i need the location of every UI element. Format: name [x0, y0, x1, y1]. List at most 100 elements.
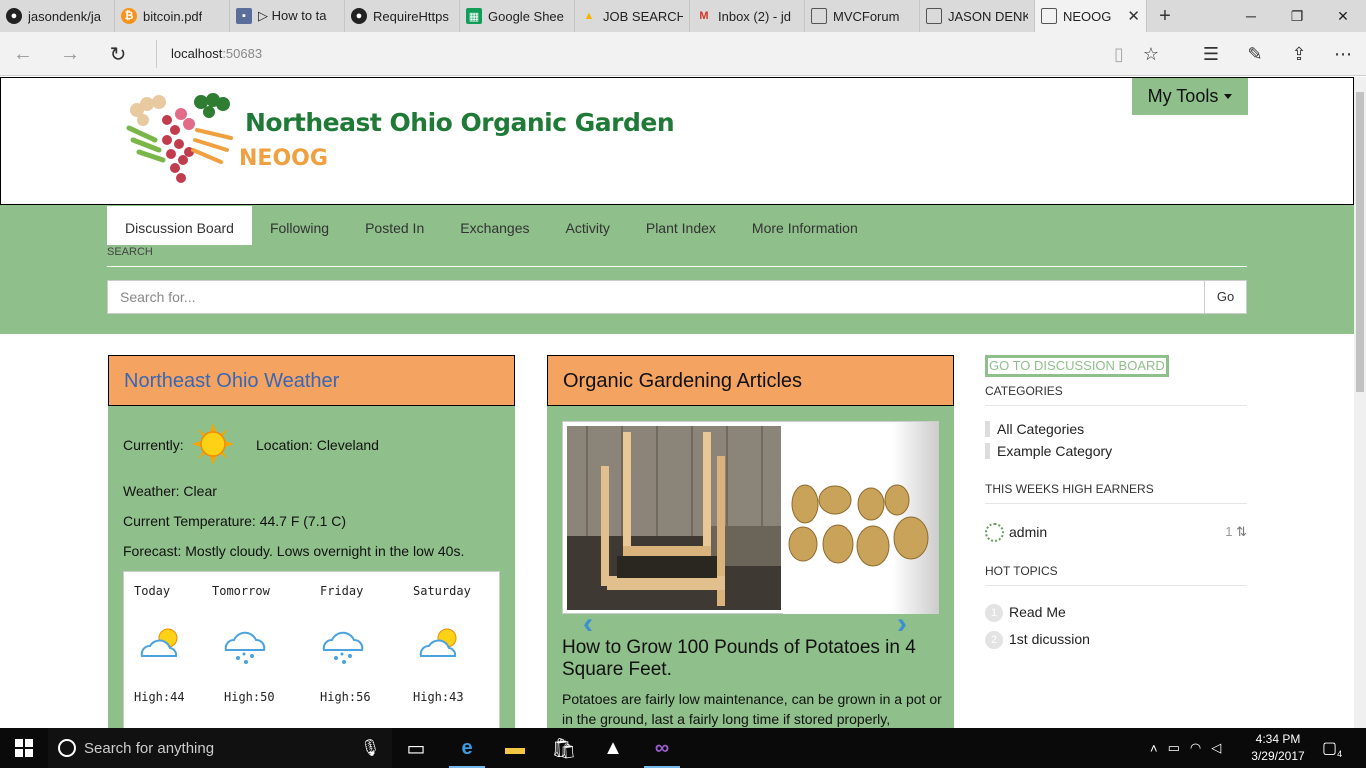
- high-earners-heading: THIS WEEKS HIGH EARNERS: [985, 482, 1247, 504]
- tab-activity[interactable]: Activity: [548, 206, 628, 245]
- bitcoin-icon: ₿: [121, 8, 137, 24]
- web-note-icon[interactable]: ✎: [1240, 40, 1270, 68]
- rain-cloud-icon: [322, 631, 364, 664]
- hub-icon[interactable]: ☰: [1196, 40, 1226, 68]
- site-abbreviation: NEOOG: [239, 146, 328, 171]
- browser-tab-active[interactable]: NEOOG ✕: [1035, 0, 1147, 32]
- sort-arrows-icon: ⇅: [1236, 524, 1247, 539]
- volume-icon[interactable]: ◁: [1211, 740, 1221, 756]
- categories-heading: CATEGORIES: [985, 384, 1247, 406]
- visual-studio-icon[interactable]: ∞: [638, 728, 686, 768]
- forecast-text: Forecast: Mostly cloudy. Lows overnight …: [123, 543, 465, 559]
- windows-start-icon[interactable]: [0, 728, 48, 768]
- github-icon: ●: [6, 8, 22, 24]
- back-arrow-icon[interactable]: ←: [8, 40, 38, 68]
- browser-tab[interactable]: ▲ JOB SEARCH: [575, 0, 690, 32]
- battery-icon[interactable]: ▭: [1168, 740, 1180, 756]
- taskbar-search-input[interactable]: Search for anything: [48, 728, 392, 768]
- minimize-icon[interactable]: ─: [1228, 0, 1274, 32]
- share-icon[interactable]: ⇪: [1284, 40, 1314, 68]
- tab-following[interactable]: Following: [252, 206, 347, 245]
- window-controls: ─ ❐ ✕: [1228, 0, 1366, 32]
- system-tray: ˄ ▭ ◠ ◁: [1150, 728, 1221, 768]
- category-item[interactable]: Example Category: [985, 443, 1112, 459]
- microphone-icon[interactable]: 🎙: [360, 738, 380, 758]
- cortana-icon: [58, 739, 76, 757]
- tab-posted-in[interactable]: Posted In: [347, 206, 442, 245]
- rain-cloud-icon: [224, 631, 266, 664]
- browser-tab[interactable]: ● RequireHttps: [345, 0, 460, 32]
- notifications-icon[interactable]: ▢4: [1322, 738, 1342, 759]
- new-tab-button[interactable]: +: [1147, 0, 1183, 32]
- browser-tab[interactable]: MVCForum: [805, 0, 920, 32]
- search-go-button[interactable]: Go: [1204, 280, 1247, 314]
- search-label: SEARCH: [107, 246, 153, 258]
- scrollbar-thumb[interactable]: [1356, 92, 1364, 392]
- github-icon: ●: [351, 8, 367, 24]
- avatar[interactable]: [985, 523, 1004, 542]
- browser-tab[interactable]: ₿ bitcoin.pdf: [115, 0, 230, 32]
- file-explorer-icon[interactable]: ▬: [491, 728, 539, 768]
- browser-tab[interactable]: JASON DENK: [920, 0, 1035, 32]
- site-title: Northeast Ohio Organic Garden: [245, 108, 675, 137]
- earner-name[interactable]: admin: [1009, 524, 1047, 540]
- page: Northeast Ohio Organic Garden NEOOG My T…: [0, 77, 1354, 728]
- site-header: Northeast Ohio Organic Garden NEOOG My T…: [0, 77, 1354, 205]
- weather-panel: Northeast Ohio Weather Currently: Locati…: [108, 355, 515, 728]
- articles-heading: Organic Gardening Articles: [547, 355, 954, 406]
- favorite-star-icon[interactable]: ☆: [1136, 40, 1166, 68]
- edge-browser-icon[interactable]: e: [443, 728, 491, 768]
- currently-label: Currently:: [123, 437, 184, 453]
- tab-more-information[interactable]: More Information: [734, 206, 876, 245]
- articles-panel: Organic Gardening Articles ‹ › How to Gr…: [547, 355, 954, 728]
- clock[interactable]: 4:34 PM 3/29/2017: [1247, 731, 1309, 765]
- restore-icon[interactable]: ❐: [1274, 0, 1320, 32]
- forward-arrow-icon[interactable]: →: [55, 40, 85, 68]
- photos-icon[interactable]: ▲: [589, 728, 637, 768]
- browser-tab[interactable]: M Inbox (2) - jd: [690, 0, 805, 32]
- divider: [107, 266, 1247, 267]
- chevron-up-icon[interactable]: ˄: [1150, 741, 1158, 756]
- hot-topics-heading: HOT TOPICS: [985, 564, 1247, 586]
- taskbar: Search for anything 🎙 ▭ e ▬ 🛍 ▲ ∞ ˄ ▭ ◠ …: [0, 728, 1366, 768]
- weather-heading[interactable]: Northeast Ohio Weather: [108, 355, 515, 406]
- sun-icon: [192, 423, 234, 465]
- article-title[interactable]: How to Grow 100 Pounds of Potatoes in 4 …: [562, 637, 942, 681]
- partly-sunny-icon: [419, 628, 457, 657]
- tab-discussion-board[interactable]: Discussion Board: [107, 206, 252, 245]
- chevron-right-icon[interactable]: ›: [897, 607, 907, 641]
- potatoes-image: [783, 422, 939, 614]
- chevron-left-icon[interactable]: ‹: [583, 607, 593, 641]
- earner-row: admin 1 ⇅: [985, 521, 1247, 545]
- tab-plant-index[interactable]: Plant Index: [628, 206, 734, 245]
- refresh-icon[interactable]: ↻: [103, 40, 133, 68]
- scrollbar[interactable]: [1354, 77, 1366, 728]
- task-view-icon[interactable]: ▭: [392, 728, 440, 768]
- location: Location: Cleveland: [256, 437, 379, 453]
- earner-points: 1 ⇅: [1225, 524, 1247, 539]
- url-field[interactable]: localhost:50683: [156, 40, 262, 68]
- nav-band: Discussion Board Following Posted In Exc…: [0, 205, 1354, 334]
- close-window-icon[interactable]: ✕: [1320, 0, 1366, 32]
- search-input[interactable]: Search for...: [107, 280, 1205, 314]
- tab-exchanges[interactable]: Exchanges: [442, 206, 547, 245]
- browser-tab[interactable]: ▦ Google Shee: [460, 0, 575, 32]
- video-icon: ▪: [236, 8, 252, 24]
- article-carousel[interactable]: [562, 421, 939, 614]
- page-icon: [1041, 8, 1057, 24]
- reading-view-icon[interactable]: ▯: [1104, 40, 1134, 68]
- main-nav: Discussion Board Following Posted In Exc…: [107, 206, 876, 245]
- my-tools-dropdown[interactable]: My Tools: [1132, 78, 1248, 115]
- wifi-icon[interactable]: ◠: [1190, 740, 1201, 756]
- more-icon[interactable]: ⋯: [1328, 40, 1358, 68]
- store-icon[interactable]: 🛍: [540, 728, 588, 768]
- category-item[interactable]: All Categories: [985, 421, 1084, 437]
- browser-tab-strip: ● jasondenk/ja ₿ bitcoin.pdf ▪ ▷ How to ta …: [0, 0, 1366, 32]
- go-to-discussion-board-button[interactable]: GO TO DISCUSSION BOARD: [985, 355, 1169, 377]
- current-temperature: Current Temperature: 44.7 F (7.1 C): [123, 513, 347, 529]
- browser-tab[interactable]: ▪ ▷ How to ta: [230, 0, 345, 32]
- close-tab-icon[interactable]: ✕: [1127, 7, 1140, 25]
- gmail-icon: M: [699, 10, 709, 22]
- drive-icon: ▲: [583, 10, 595, 22]
- browser-tab[interactable]: ● jasondenk/ja: [0, 0, 115, 32]
